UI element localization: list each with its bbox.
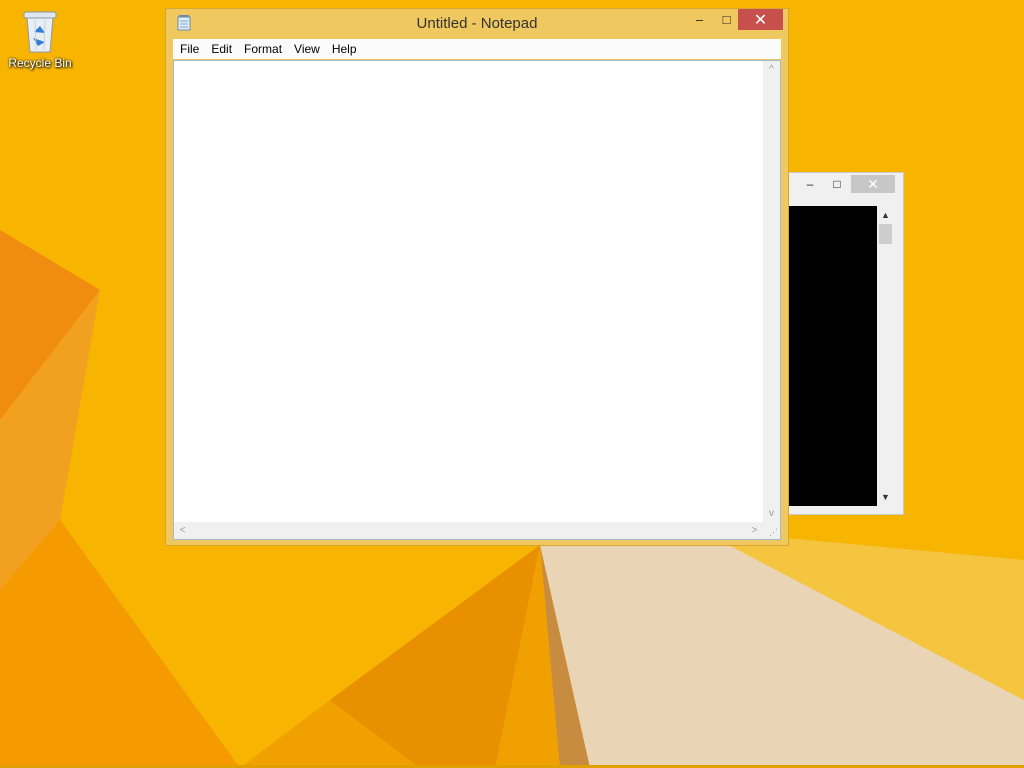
scroll-down-arrow-icon[interactable]: v	[763, 505, 780, 522]
desktop-icon-recycle-bin[interactable]: Recycle Bin	[4, 6, 76, 70]
document-text[interactable]	[174, 61, 763, 522]
scroll-thumb[interactable]	[879, 224, 892, 244]
scroll-up-arrow-icon[interactable]: ▲	[877, 208, 894, 222]
menu-file[interactable]: File	[173, 39, 205, 59]
console-window[interactable]: – □ ✕ ▲ ▼	[788, 172, 904, 515]
recycle-bin-icon	[23, 11, 57, 53]
console-close-button[interactable]: ✕	[851, 175, 895, 193]
scroll-left-arrow-icon[interactable]: <	[174, 522, 191, 539]
scroll-down-arrow-icon[interactable]: ▼	[877, 490, 894, 504]
console-maximize-button[interactable]: □	[824, 175, 850, 193]
title-bar[interactable]: Untitled - Notepad – □ ✕	[166, 9, 788, 39]
menu-edit[interactable]: Edit	[205, 39, 238, 59]
menu-help[interactable]: Help	[326, 39, 363, 59]
console-minimize-button[interactable]: –	[797, 175, 823, 193]
text-editor-area: ^ v < > ⋰	[173, 60, 781, 540]
horizontal-scrollbar[interactable]: < >	[174, 522, 763, 539]
resize-grip-icon: ⋰	[769, 527, 778, 537]
menu-view[interactable]: View	[288, 39, 326, 59]
menu-format[interactable]: Format	[238, 39, 288, 59]
close-button[interactable]: ✕	[738, 9, 783, 30]
minimize-button[interactable]: –	[686, 9, 713, 30]
maximize-button[interactable]: □	[713, 9, 740, 30]
notepad-window[interactable]: Untitled - Notepad – □ ✕ File Edit Forma…	[165, 8, 789, 546]
console-output-area[interactable]	[789, 206, 877, 506]
resize-grip[interactable]: ⋰	[763, 522, 780, 539]
console-vertical-scrollbar[interactable]: ▲ ▼	[877, 206, 894, 506]
desktop-icon-label: Recycle Bin	[8, 56, 72, 70]
vertical-scrollbar[interactable]: ^ v	[763, 61, 780, 522]
scroll-right-arrow-icon[interactable]: >	[746, 522, 763, 539]
menu-bar: File Edit Format View Help	[173, 39, 781, 59]
scroll-up-arrow-icon[interactable]: ^	[763, 61, 780, 78]
